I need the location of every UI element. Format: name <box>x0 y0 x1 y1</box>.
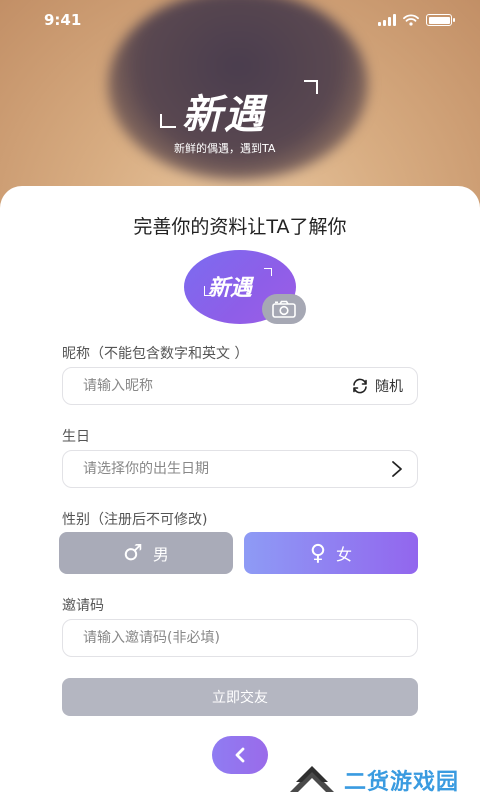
birthday-picker[interactable] <box>62 450 418 488</box>
submit-button[interactable]: 立即交友 <box>62 678 418 716</box>
status-time: 9:41 <box>44 11 82 29</box>
signal-icon <box>378 14 396 26</box>
chevron-right-icon <box>392 461 402 477</box>
submit-label: 立即交友 <box>212 690 268 706</box>
wifi-icon <box>403 14 419 26</box>
hero-banner: 9:41 新遇 新鲜的偶遇，遇到TA <box>0 0 480 210</box>
gender-male-button[interactable]: ♂ 男 <box>59 532 233 574</box>
nickname-field: 随机 <box>62 367 418 405</box>
invite-input[interactable] <box>83 630 403 646</box>
female-icon: ♀ <box>309 540 327 566</box>
invite-label: 邀请码 <box>62 598 104 614</box>
avatar-bracket-right <box>264 268 272 276</box>
nickname-input[interactable] <box>83 378 351 394</box>
gender-female-button[interactable]: ♀ 女 <box>244 532 418 574</box>
male-icon: ♂ <box>123 540 143 566</box>
watermark-logo-icon <box>290 766 334 792</box>
random-nickname-button[interactable]: 随机 <box>351 376 403 396</box>
invite-field <box>62 619 418 657</box>
logo-bracket-right <box>304 80 318 94</box>
logo-tagline: 新鲜的偶遇，遇到TA <box>174 142 276 155</box>
gender-label: 性别（注册后不可修改) <box>62 512 208 528</box>
logo-bracket-left <box>160 114 176 128</box>
status-icons <box>378 14 455 26</box>
birthday-input[interactable] <box>83 461 391 477</box>
birthday-label: 生日 <box>62 429 90 445</box>
watermark: 二货游戏园 <box>286 758 476 796</box>
battery-icon <box>426 14 455 26</box>
camera-icon <box>272 300 296 318</box>
page-title: 完善你的资料让TA了解你 <box>133 216 347 238</box>
avatar-logo-text: 新遇 <box>208 276 253 301</box>
logo-text: 新遇 <box>182 92 266 138</box>
back-button[interactable] <box>212 736 268 774</box>
app-logo: 新遇 新鲜的偶遇，遇到TA <box>160 78 320 158</box>
nickname-label: 昵称（不能包含数字和英文 ） <box>62 346 249 362</box>
status-bar: 9:41 <box>0 0 480 40</box>
camera-button[interactable] <box>262 294 306 324</box>
female-label: 女 <box>336 545 353 564</box>
male-label: 男 <box>152 545 169 564</box>
refresh-icon <box>353 378 367 394</box>
watermark-text: 二货游戏园 <box>344 770 460 795</box>
chevron-left-icon <box>235 747 245 763</box>
random-label: 随机 <box>375 379 403 395</box>
